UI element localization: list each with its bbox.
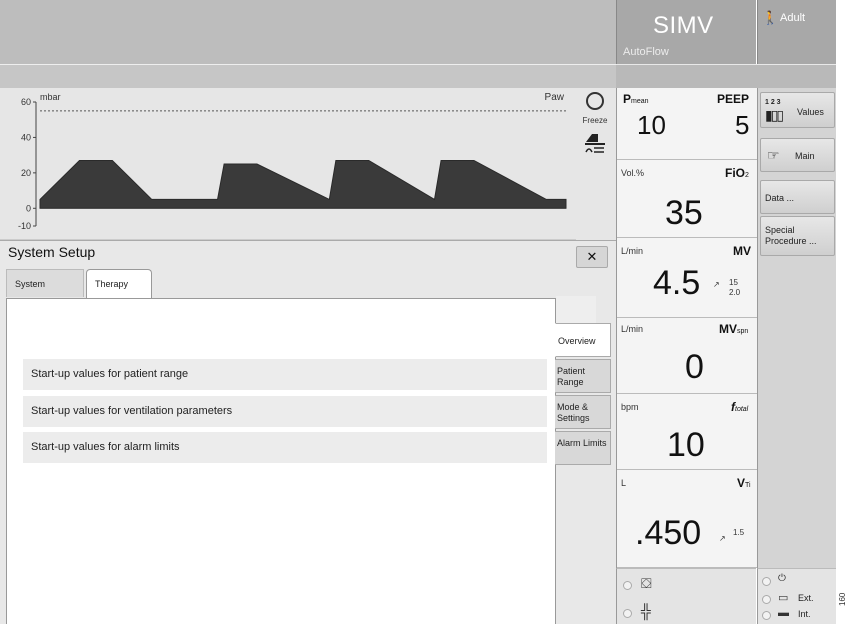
mv-alarm-low: 2.0 [729,288,741,297]
system-setup-dialog: System Setup ✕ System Therapy Start-up v… [0,240,616,624]
mvspn-value: 0 [685,348,704,386]
values-button[interactable]: 1 2 3 ▮▯▯ Values [760,92,835,128]
monitoring-panel: Pmean 10 PEEP 5 Vol.% FiO2 35 L/min MV 4… [616,88,757,568]
vtab-patient-range[interactable]: Patient Range [555,359,611,393]
vtab-overview[interactable]: Overview [555,323,611,357]
peep-label: PEEP [717,92,750,106]
values-icon-digits: 1 2 3 [765,99,781,106]
mv-label: MV [733,244,751,258]
waveform-scale-button[interactable] [580,130,610,156]
special-procedure-label: Special Procedure ... [765,225,817,246]
mv-cell: L/min MV 4.5 ↗ 15 2.0 [617,238,757,318]
pressure-waveform: 60 40 20 0 -10 mbar Paw [0,88,576,240]
ftotal-label: ftotal [731,400,749,414]
mode-title: SIMV [653,12,714,39]
battery-int-led [762,611,771,620]
freeze-circle-icon [586,92,604,110]
tab-therapy[interactable]: Therapy [86,269,152,299]
y-tick-label: -10 [18,221,31,231]
pmean-peep-cell: Pmean 10 PEEP 5 [617,88,757,160]
vti-value: .450 [635,514,702,552]
figure-number: 160 [838,592,847,606]
freeze-button[interactable]: Freeze [580,92,610,126]
alarm-indicator-icon: ↗ [719,534,726,543]
vti-cell: L VTi .450 ↗ 1.5 [617,470,757,568]
ftotal-unit: bpm [621,402,639,412]
battery-ext-icon: ▭ [778,592,789,604]
data-button[interactable]: Data ... [760,180,835,214]
mv-unit: L/min [621,246,644,256]
values-label: Values [797,107,824,117]
vertical-tab-gap [556,296,596,326]
mains-plug-icon: ⏻ [778,573,786,584]
mvspn-cell: L/min MVspn 0 [617,318,757,394]
vtab-alarm-limits[interactable]: Alarm Limits [555,431,611,465]
pmean-value: 10 [637,110,666,140]
pmean-label: Pmean [623,92,649,106]
pressure-area-series [39,159,567,209]
page-margin [836,0,856,624]
series-label: Paw [545,92,565,103]
fio2-unit: Vol.% [621,168,645,178]
startup-patient-range-row[interactable]: Start-up values for patient range [23,359,547,390]
values-bars-icon: ▮▯▯ [765,107,784,123]
main-button[interactable]: ☞ Main [760,138,835,172]
close-button[interactable]: ✕ [576,246,608,268]
mode-strip [616,64,836,88]
fio2-cell: Vol.% FiO2 35 [617,160,757,238]
adult-person-icon: 🚶 [762,10,779,25]
status-indicators: ⛋ ╬ [616,568,756,624]
peep-value: 5 [735,110,750,140]
nebulizer-icon: ╬ [641,603,651,619]
vti-label: VTi [737,476,751,490]
fio2-value: 35 [665,194,703,232]
data-label: Data ... [765,193,795,203]
power-status: ⏻ ▭ Ext. ▬ Int. [757,568,836,624]
battery-int-icon: ▬ [778,607,789,619]
vtab-mode-settings[interactable]: Mode & Settings [555,395,611,429]
startup-ventilation-parameters-row[interactable]: Start-up values for ventilation paramete… [23,396,547,427]
ftotal-cell: bpm ftotal 10 [617,394,757,470]
mv-alarm-high: 15 [729,278,738,287]
startup-alarm-limits-row[interactable]: Start-up values for alarm limits [23,432,547,463]
ftotal-value: 10 [667,426,705,464]
humidifier-icon: ⛋ [641,575,652,591]
freeze-label: Freeze [582,116,608,125]
special-procedure-button[interactable]: Special Procedure ... [760,216,835,256]
alarm-indicator-icon: ↗ [713,280,720,289]
battery-ext-label: Ext. [798,593,814,603]
pressure-waveform-chart: 60 40 20 0 -10 mbar Paw [18,92,567,231]
top-status-bar [0,0,616,64]
vti-alarm-high: 1.5 [733,528,745,537]
battery-ext-led [762,595,771,604]
tab-system[interactable]: System [6,269,84,297]
therapy-panel: Start-up values for patient range Start-… [6,298,556,624]
status-led [623,609,632,618]
y-tick-label: 20 [21,168,31,178]
battery-int-label: Int. [798,609,811,619]
y-unit-label: mbar [40,92,61,102]
main-hand-icon: ☞ [767,147,780,163]
dialog-title: System Setup [8,244,96,260]
mvspn-unit: L/min [621,324,644,334]
mode-subtitle: AutoFlow [623,46,669,58]
side-button-panel: 1 2 3 ▮▯▯ Values ☞ Main Data ... Special… [757,88,836,568]
vti-unit: L [621,478,627,488]
y-tick-label: 40 [21,132,31,142]
mvspn-label: MVspn [719,322,749,336]
fio2-label: FiO2 [725,166,749,180]
y-tick-label: 60 [21,97,31,107]
secondary-status-bar [0,64,616,88]
waveform-tools: Freeze [576,88,616,240]
status-led [623,581,632,590]
waveform-scale-icon [585,134,605,153]
y-tick-label: 0 [26,203,31,213]
patient-category-label: Adult [780,12,806,24]
mv-value: 4.5 [653,264,701,302]
main-label: Main [795,151,815,161]
mains-led [762,577,771,586]
